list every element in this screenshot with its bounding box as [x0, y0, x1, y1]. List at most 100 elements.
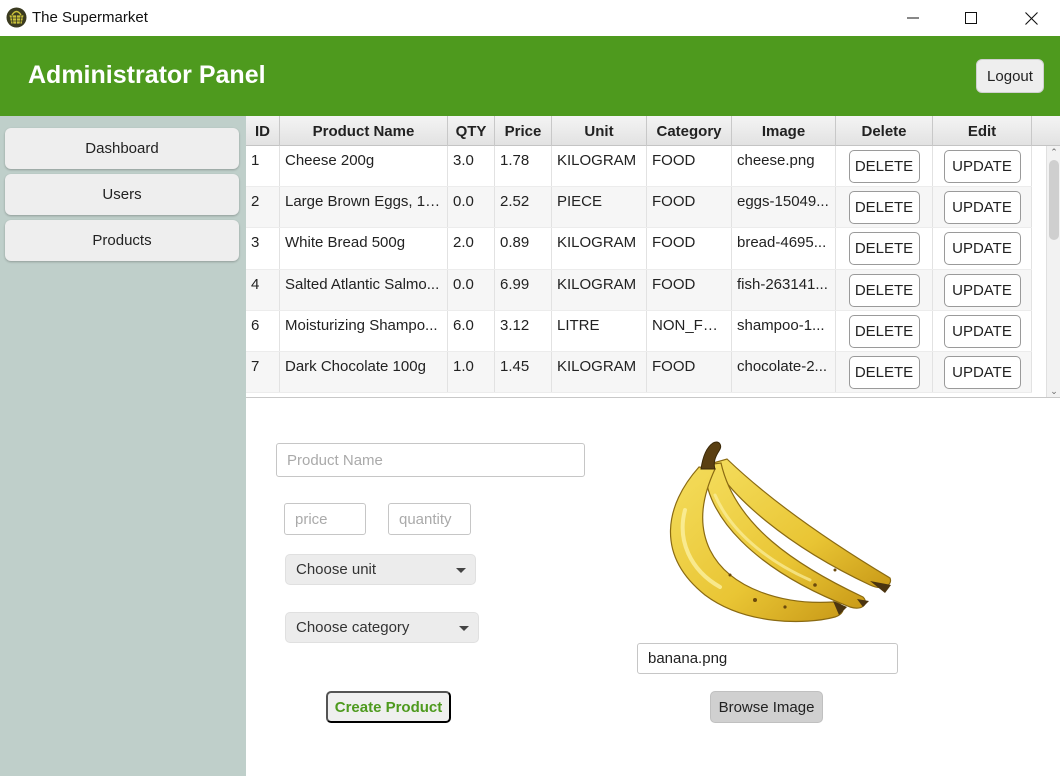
cell-image: shampoo-1...: [732, 310, 836, 351]
table-row[interactable]: 3 White Bread 500g 2.0 0.89 KILOGRAM FOO…: [246, 228, 1032, 270]
page-title: Administrator Panel: [28, 61, 266, 89]
update-button[interactable]: UPDATE: [943, 273, 1021, 307]
table-row[interactable]: 6 Moisturizing Shampo... 6.0 3.12 LITRE …: [246, 310, 1032, 352]
quantity-placeholder: quantity: [399, 510, 452, 528]
chevron-down-icon: [459, 626, 469, 631]
minimize-icon: [907, 17, 919, 19]
cell-qty: 3.0: [448, 146, 495, 187]
delete-button[interactable]: DELETE: [848, 232, 920, 266]
table-row[interactable]: 1 Cheese 200g 3.0 1.78 KILOGRAM FOOD che…: [246, 146, 1032, 188]
update-button[interactable]: UPDATE: [943, 150, 1021, 183]
cell-id: 3: [246, 228, 280, 269]
update-button[interactable]: UPDATE: [943, 191, 1021, 225]
cell-edit: UPDATE: [933, 310, 1032, 351]
column-header-product-name[interactable]: Product Name: [280, 116, 448, 146]
table-row[interactable]: 2 Large Brown Eggs, 10 ... 0.0 2.52 PIEC…: [246, 187, 1032, 229]
cell-product-name: Large Brown Eggs, 10 ...: [280, 187, 448, 228]
table-scrollbar[interactable]: ⌃ ⌄: [1032, 146, 1060, 397]
sidebar-item-dashboard[interactable]: Dashboard: [5, 128, 239, 169]
cell-delete: DELETE: [836, 146, 933, 187]
sidebar-item-users[interactable]: Users: [5, 174, 239, 215]
product-name-input[interactable]: Product Name: [276, 443, 585, 477]
image-filename-field[interactable]: banana.png: [637, 643, 898, 674]
update-button[interactable]: UPDATE: [943, 314, 1021, 348]
cell-qty: 0.0: [448, 269, 495, 310]
create-product-button[interactable]: Create Product: [326, 691, 451, 723]
browse-image-button[interactable]: Browse Image: [710, 691, 823, 723]
category-select-label: Choose category: [296, 619, 410, 636]
cell-unit: LITRE: [552, 310, 647, 351]
cell-id: 7: [246, 351, 280, 393]
cell-id: 1: [246, 146, 280, 187]
window-title: The Supermarket: [32, 9, 148, 26]
cell-edit: UPDATE: [933, 228, 1032, 269]
quantity-input[interactable]: quantity: [388, 503, 471, 535]
table-body: 1 Cheese 200g 3.0 1.78 KILOGRAM FOOD che…: [246, 146, 1032, 394]
update-button[interactable]: UPDATE: [943, 355, 1021, 389]
cell-image: bread-4695...: [732, 228, 836, 269]
column-header-image[interactable]: Image: [732, 116, 836, 146]
cell-unit: KILOGRAM: [552, 228, 647, 269]
products-table: ID Product Name QTY Price Unit Category …: [246, 116, 1060, 398]
cell-price: 1.78: [495, 146, 552, 187]
cell-edit: UPDATE: [933, 351, 1032, 393]
cell-unit: KILOGRAM: [552, 351, 647, 393]
scroll-up-icon[interactable]: ⌃: [1049, 147, 1059, 157]
maximize-icon: [965, 12, 977, 24]
logout-button[interactable]: Logout: [976, 59, 1044, 93]
delete-button[interactable]: DELETE: [848, 273, 920, 307]
close-button[interactable]: [1002, 0, 1060, 36]
product-name-placeholder: Product Name: [287, 451, 383, 469]
column-header-qty[interactable]: QTY: [448, 116, 495, 146]
delete-button[interactable]: DELETE: [848, 355, 920, 389]
unit-select[interactable]: Choose unit: [285, 554, 476, 585]
cell-image: cheese.png: [732, 146, 836, 187]
scroll-down-icon[interactable]: ⌄: [1049, 386, 1059, 396]
cell-product-name: Moisturizing Shampo...: [280, 310, 448, 351]
delete-button[interactable]: DELETE: [848, 191, 920, 225]
delete-button[interactable]: DELETE: [848, 150, 920, 183]
table-row[interactable]: 7 Dark Chocolate 100g 1.0 1.45 KILOGRAM …: [246, 351, 1032, 394]
price-input[interactable]: price: [284, 503, 366, 535]
cell-unit: KILOGRAM: [552, 269, 647, 310]
maximize-button[interactable]: [942, 0, 1000, 36]
price-placeholder: price: [295, 510, 328, 528]
delete-button[interactable]: DELETE: [848, 314, 920, 348]
scroll-thumb[interactable]: [1049, 160, 1059, 240]
category-select[interactable]: Choose category: [285, 612, 479, 643]
column-header-filler: [1032, 116, 1060, 146]
cell-delete: DELETE: [836, 351, 933, 393]
cell-qty: 6.0: [448, 310, 495, 351]
cell-product-name: Cheese 200g: [280, 146, 448, 187]
minimize-button[interactable]: [884, 0, 942, 36]
cell-edit: UPDATE: [933, 187, 1032, 228]
update-button[interactable]: UPDATE: [943, 232, 1021, 266]
column-header-id[interactable]: ID: [246, 116, 280, 146]
cell-delete: DELETE: [836, 187, 933, 228]
cell-price: 2.52: [495, 187, 552, 228]
cell-product-name: White Bread 500g: [280, 228, 448, 269]
close-icon: [1024, 11, 1038, 25]
sidebar-item-products[interactable]: Products: [5, 220, 239, 261]
cell-category: FOOD: [647, 228, 732, 269]
cell-edit: UPDATE: [933, 146, 1032, 187]
unit-select-label: Choose unit: [296, 561, 377, 578]
column-header-category[interactable]: Category: [647, 116, 732, 146]
table-row[interactable]: 4 Salted Atlantic Salmo... 0.0 6.99 KILO…: [246, 269, 1032, 311]
column-header-edit[interactable]: Edit: [933, 116, 1032, 146]
cell-qty: 2.0: [448, 228, 495, 269]
column-header-price[interactable]: Price: [495, 116, 552, 146]
cell-image: fish-263141...: [732, 269, 836, 310]
cell-id: 6: [246, 310, 280, 351]
column-header-unit[interactable]: Unit: [552, 116, 647, 146]
cell-id: 4: [246, 269, 280, 310]
cell-category: FOOD: [647, 146, 732, 187]
cell-category: FOOD: [647, 187, 732, 228]
shopping-basket-icon: [6, 7, 27, 28]
column-header-delete[interactable]: Delete: [836, 116, 933, 146]
scroll-track[interactable]: ⌃ ⌄: [1046, 146, 1060, 397]
cell-qty: 0.0: [448, 187, 495, 228]
cell-product-name: Salted Atlantic Salmo...: [280, 269, 448, 310]
cell-delete: DELETE: [836, 228, 933, 269]
cell-image: eggs-15049...: [732, 187, 836, 228]
